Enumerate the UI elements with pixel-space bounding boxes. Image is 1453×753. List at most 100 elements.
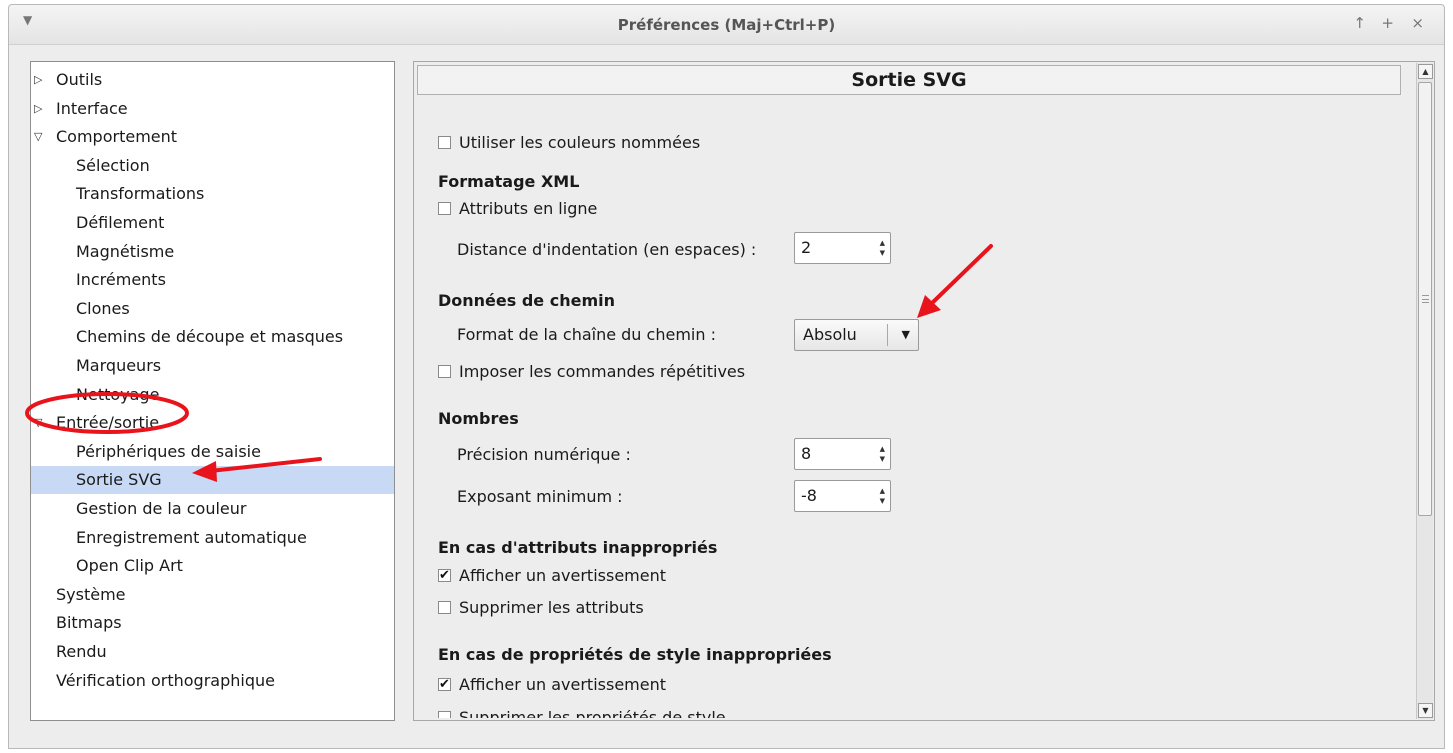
bad-attrs-remove-label: Supprimer les attributs (459, 598, 644, 617)
exponent-value[interactable]: -8 (801, 481, 817, 511)
precision-spinbox[interactable]: 8 ▲ ▼ (794, 438, 891, 470)
tree-item-marqueurs[interactable]: Marqueurs (31, 352, 394, 380)
tree-item-sortie-svg[interactable]: Sortie SVG (31, 466, 394, 495)
dropdown-arrow-icon[interactable]: ▼ (902, 320, 910, 350)
tree-item-outils[interactable]: ▷ Outils (31, 66, 394, 94)
named-colors-checkbox[interactable]: Utiliser les couleurs nommées (438, 131, 700, 155)
bad-style-remove-label: Supprimer les propriétés de style (459, 708, 726, 718)
section-xml-format: Formatage XML (438, 172, 580, 191)
precision-value[interactable]: 8 (801, 439, 811, 469)
tree-item-d-filement[interactable]: Défilement (31, 209, 394, 237)
expanded-triangle-icon[interactable]: ▽ (34, 123, 42, 151)
path-format-dropdown[interactable]: Absolu ▼ (794, 319, 919, 351)
tree-item-label: Transformations (76, 184, 205, 204)
tree-item-label: Clones (76, 298, 130, 318)
tree-item-label: Marqueurs (76, 356, 162, 375)
tree-item-label: Système (56, 584, 126, 604)
pane-content: Sortie SVG Utiliser les couleurs nommées… (414, 62, 1404, 718)
keep-above-icon[interactable]: ↑ (1353, 14, 1366, 32)
tree-item-label: Sélection (76, 155, 150, 175)
tree-item-clones[interactable]: Clones (31, 295, 394, 323)
tree-item-comportement[interactable]: ▽ Comportement (31, 123, 394, 151)
grip-icon (1422, 295, 1429, 303)
checkbox-box[interactable] (438, 202, 451, 215)
window-title: Préférences (Maj+Ctrl+P) (617, 16, 836, 34)
tree-item-label: Enregistrement automatique (76, 527, 307, 547)
tree-item-nettoyage[interactable]: Nettoyage (31, 381, 394, 409)
tree-item-label: Comportement (56, 127, 178, 147)
bad-attrs-warn-checkbox[interactable]: Afficher un avertissement (438, 564, 666, 588)
tree-item-label: Sortie SVG (76, 470, 162, 490)
path-format-label: Format de la chaîne du chemin : (457, 325, 716, 344)
tree-item-incr-ments[interactable]: Incréments (31, 266, 394, 294)
exponent-label: Exposant minimum : (457, 487, 623, 506)
tree-item-rendu[interactable]: Rendu (31, 638, 394, 666)
tree-item-label: Incréments (76, 270, 166, 290)
spin-arrows-icon[interactable]: ▲ ▼ (880, 444, 885, 464)
checkbox-box[interactable] (438, 564, 451, 588)
tree-item-s-lection[interactable]: Sélection (31, 152, 394, 180)
scroll-down-icon[interactable]: ▼ (1418, 703, 1433, 718)
bad-style-warn-label: Afficher un avertissement (459, 675, 666, 694)
tree-item-label: Vérification orthographique (56, 670, 275, 690)
force-repeat-checkbox[interactable]: Imposer les commandes répétitives (438, 360, 745, 384)
tree-item-interface[interactable]: ▷ Interface (31, 95, 394, 123)
tree-item-entr-e-sortie[interactable]: ▽ Entrée/sortie (31, 409, 394, 437)
settings-pane: Sortie SVG Utiliser les couleurs nommées… (413, 61, 1435, 721)
indent-spinbox[interactable]: 2 ▲ ▼ (794, 232, 891, 264)
spin-arrows-icon[interactable]: ▲ ▼ (880, 486, 885, 506)
indent-label: Distance d'indentation (en espaces) : (457, 240, 757, 259)
tree-item-open-clip-art[interactable]: Open Clip Art (31, 552, 394, 580)
indent-value[interactable]: 2 (801, 233, 811, 263)
checkbox-box[interactable] (438, 601, 451, 614)
scroll-thumb[interactable] (1418, 82, 1432, 516)
tree-item-label: Outils (56, 70, 103, 89)
section-numbers: Nombres (438, 409, 519, 428)
collapsed-triangle-icon[interactable]: ▷ (34, 66, 42, 94)
named-colors-label: Utiliser les couleurs nommées (459, 133, 701, 152)
maximize-icon[interactable]: + (1381, 14, 1394, 32)
tree-item-label: Défilement (76, 213, 165, 232)
tree-item-gestion-de-la-couleur[interactable]: Gestion de la couleur (31, 495, 394, 523)
bad-attrs-warn-label: Afficher un avertissement (459, 566, 666, 585)
tree-item-label: Nettoyage (76, 384, 160, 404)
bad-style-remove-checkbox[interactable]: Supprimer les propriétés de style (438, 706, 726, 718)
tree-item-label: Chemins de découpe et masques (76, 327, 344, 347)
tree-item-label: Bitmaps (56, 613, 122, 633)
force-repeat-label: Imposer les commandes répétitives (459, 362, 746, 381)
tree-item-v-rification-orthographique[interactable]: Vérification orthographique (31, 667, 394, 695)
tree-item-chemins-de-d-coupe-et-masques[interactable]: Chemins de découpe et masques (31, 323, 394, 351)
close-icon[interactable]: × (1411, 14, 1424, 32)
checkbox-box[interactable] (438, 711, 451, 718)
collapsed-triangle-icon[interactable]: ▷ (34, 95, 42, 123)
checkbox-box[interactable] (438, 136, 451, 149)
tree-item-p-riph-riques-de-saisie[interactable]: Périphériques de saisie (31, 438, 394, 466)
expanded-triangle-icon[interactable]: ▽ (34, 409, 42, 437)
preferences-window: ▼ Préférences (Maj+Ctrl+P) ↑ + × ▷ Outils… (8, 4, 1445, 749)
scroll-up-icon[interactable]: ▲ (1418, 64, 1433, 79)
checkbox-box[interactable] (438, 673, 451, 697)
section-bad-style: En cas de propriétés de style inappropri… (438, 645, 832, 664)
exponent-spinbox[interactable]: -8 ▲ ▼ (794, 480, 891, 512)
path-format-value: Absolu (803, 325, 857, 344)
tree-item-enregistrement-automatique[interactable]: Enregistrement automatique (31, 524, 394, 552)
tree-item-label: Interface (56, 98, 128, 118)
spin-arrows-icon[interactable]: ▲ ▼ (880, 238, 885, 258)
tree-item-bitmaps[interactable]: Bitmaps (31, 609, 394, 637)
inline-attrs-checkbox[interactable]: Attributs en ligne (438, 197, 597, 221)
bad-attrs-remove-checkbox[interactable]: Supprimer les attributs (438, 596, 644, 620)
title-bar[interactable]: ▼ Préférences (Maj+Ctrl+P) ↑ + × (9, 5, 1444, 45)
tree-item-syst-me[interactable]: Système (31, 581, 394, 609)
combo-separator (887, 324, 888, 346)
tree-item-label: Périphériques de saisie (76, 441, 261, 461)
checkbox-box[interactable] (438, 365, 451, 378)
section-bad-attrs: En cas d'attributs inappropriés (438, 538, 718, 557)
tree-item-label: Gestion de la couleur (76, 499, 247, 518)
vertical-scrollbar[interactable]: ▲ ▼ (1416, 63, 1433, 719)
page-title: Sortie SVG (417, 65, 1401, 95)
tree-item-transformations[interactable]: Transformations (31, 180, 394, 208)
tree-item-magn-tisme[interactable]: Magnétisme (31, 238, 394, 266)
preferences-tree[interactable]: ▷ Outils ▷ Interface ▽ Comportement Sélection T… (30, 61, 395, 721)
bad-style-warn-checkbox[interactable]: Afficher un avertissement (438, 673, 666, 697)
section-path-data: Données de chemin (438, 291, 615, 310)
